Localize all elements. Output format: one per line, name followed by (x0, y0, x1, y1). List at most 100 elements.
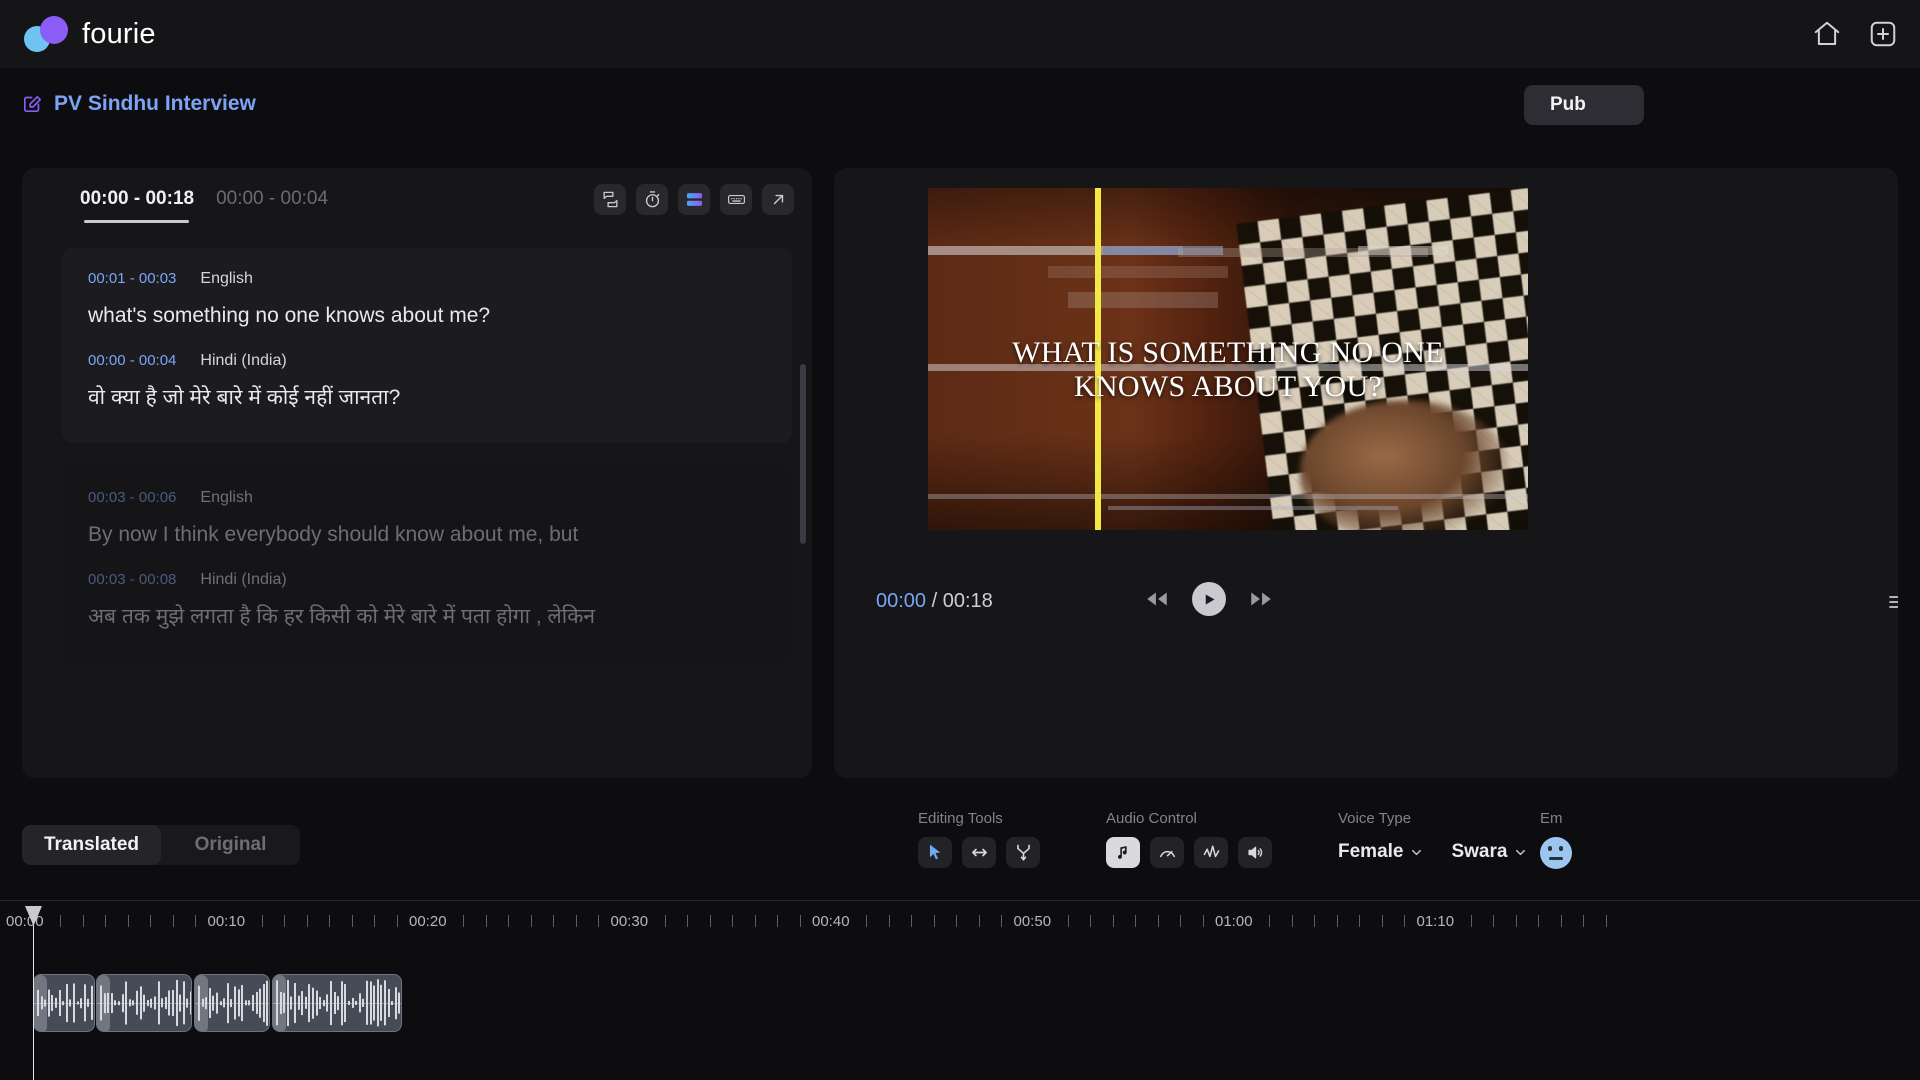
timeline-tick (508, 915, 509, 927)
timeline-clip[interactable] (194, 974, 270, 1032)
speed-gauge-button[interactable] (1150, 837, 1184, 868)
project-title-group[interactable]: PV Sindhu Interview (22, 92, 256, 116)
caption-line-2: KNOWS ABOUT YOU? (928, 370, 1528, 404)
keyboard-icon (727, 190, 746, 209)
timeline-tick (83, 915, 84, 927)
segment-text[interactable]: अब तक मुझे लगता है कि हर किसी को मेरे बा… (88, 603, 766, 631)
transcript-toolbar (594, 184, 794, 215)
clip-handle-left[interactable] (97, 975, 110, 1032)
glitch-band (1048, 266, 1228, 278)
timeline-ruler[interactable]: 00:0000:1000:2000:3000:4000:5001:0001:10 (0, 900, 1920, 948)
waveform (273, 975, 401, 1031)
timeline-clip[interactable] (272, 974, 402, 1032)
play-icon (1202, 592, 1217, 607)
add-project-icon[interactable] (1868, 19, 1898, 49)
forward-icon (1248, 586, 1274, 612)
play-button[interactable] (1192, 582, 1226, 616)
segment-time: 00:01 - 00:03 (88, 270, 176, 287)
timeline-tick-label: 00:40 (812, 913, 850, 930)
mode-toggle: Translated Original (22, 825, 300, 865)
transcript-range-sub[interactable]: 00:00 - 00:04 (216, 188, 328, 210)
timeline-tick (1561, 915, 1562, 927)
timeline-tick-label: 00:20 (409, 913, 447, 930)
edit-pencil-icon[interactable] (22, 94, 43, 115)
emotion-group: Em (1540, 810, 1572, 869)
player-extra-control[interactable] (1886, 590, 1898, 619)
timeline-clips[interactable] (0, 974, 1920, 1032)
timeline-tick (1493, 915, 1494, 927)
segment-time: 00:03 - 00:08 (88, 571, 176, 588)
transcript-scrollbar[interactable] (800, 364, 806, 544)
brand: fourie (24, 14, 156, 54)
split-tool-button[interactable] (1006, 837, 1040, 868)
video-caption: WHAT IS SOMETHING NO ONE KNOWS ABOUT YOU… (928, 336, 1528, 403)
segment-meta: 00:03 - 00:06 English (88, 489, 766, 507)
video-preview[interactable]: WHAT IS SOMETHING NO ONE KNOWS ABOUT YOU… (928, 188, 1528, 530)
timer-icon-button[interactable] (636, 184, 668, 215)
timer-icon (643, 190, 662, 209)
keyboard-icon-button[interactable] (720, 184, 752, 215)
timeline-clip[interactable] (33, 974, 95, 1032)
segment-meta: 00:00 - 00:04 Hindi (India) (88, 352, 766, 370)
segment-text[interactable]: वो क्या है जो मेरे बारे में कोई नहीं जान… (88, 384, 766, 412)
caption-line-1: WHAT IS SOMETHING NO ONE (928, 336, 1528, 370)
timeline-tick (665, 915, 666, 927)
captions-icon-button[interactable] (594, 184, 626, 215)
project-bar: PV Sindhu Interview Pub (0, 68, 1920, 140)
music-note-icon (1114, 843, 1133, 862)
audio-control-label: Audio Control (1106, 810, 1272, 827)
resize-tool-button[interactable] (962, 837, 996, 868)
timeline-tick-label: 01:10 (1417, 913, 1455, 930)
clip-handle-left[interactable] (195, 975, 208, 1032)
voice-type-label: Voice Type (1338, 810, 1527, 827)
cursor-tool-button[interactable] (918, 837, 952, 868)
active-tab-underline (84, 220, 189, 223)
segment-text[interactable]: By now I think everybody should know abo… (88, 521, 766, 549)
timeline-tick (105, 915, 106, 927)
timeline-tick (1001, 915, 1002, 927)
voice-name-select[interactable]: Swara (1451, 841, 1527, 863)
timeline-tick (800, 915, 801, 927)
waveform-button[interactable] (1194, 837, 1228, 868)
rewind-button[interactable] (1144, 586, 1170, 612)
segment-meta: 00:01 - 00:03 English (88, 270, 766, 288)
dual-subtitle-icon (685, 190, 704, 209)
volume-button[interactable] (1238, 837, 1272, 868)
timeline-tick-label: 01:00 (1215, 913, 1253, 930)
timeline-playhead[interactable] (33, 906, 34, 1080)
timeline-clip[interactable] (96, 974, 192, 1032)
transcript-range-main[interactable]: 00:00 - 00:18 (80, 188, 194, 210)
tab-translated[interactable]: Translated (22, 825, 161, 865)
segment-language: Hindi (India) (200, 352, 286, 370)
chevron-down-icon (1410, 846, 1423, 859)
clip-handle-left[interactable] (273, 975, 286, 1032)
editing-tools-label: Editing Tools (918, 810, 1040, 827)
voice-gender-select[interactable]: Female (1338, 841, 1423, 863)
timeline-tick (866, 915, 867, 927)
clip-handle-left[interactable] (34, 975, 47, 1032)
transcript-list[interactable]: 00:01 - 00:03 English what's something n… (22, 230, 812, 778)
home-icon[interactable] (1812, 19, 1842, 49)
expand-icon (769, 190, 788, 209)
emotion-face-icon[interactable] (1540, 837, 1572, 869)
segment-text[interactable]: what's something no one knows about me? (88, 302, 766, 330)
timeline[interactable]: 00:0000:1000:2000:3000:4000:5001:0001:10 (0, 900, 1920, 1080)
transcript-segment[interactable]: 00:03 - 00:06 English By now I think eve… (62, 467, 792, 662)
dual-subtitle-icon-button[interactable] (678, 184, 710, 215)
expand-icon-button[interactable] (762, 184, 794, 215)
transcript-segment[interactable]: 00:01 - 00:03 English what's something n… (62, 248, 792, 443)
hand-region (1300, 400, 1510, 530)
app-header: fourie (0, 0, 1920, 68)
timeline-tick (1314, 915, 1315, 927)
timeline-tick (777, 915, 778, 927)
timeline-tick (1292, 915, 1293, 927)
publish-button[interactable]: Pub (1524, 85, 1644, 125)
music-note-button[interactable] (1106, 837, 1140, 868)
editing-tools-group: Editing Tools (918, 810, 1040, 868)
audio-control-group: Audio Control (1106, 810, 1272, 868)
timeline-tick (979, 915, 980, 927)
segment-meta: 00:03 - 00:08 Hindi (India) (88, 571, 766, 589)
timeline-tick (352, 915, 353, 927)
forward-button[interactable] (1248, 586, 1274, 612)
tab-original[interactable]: Original (161, 825, 300, 865)
